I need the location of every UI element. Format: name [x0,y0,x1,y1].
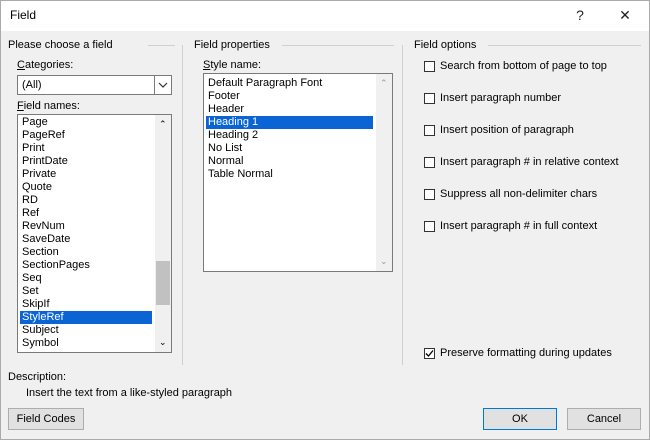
field-names-list[interactable]: Symbol Subject StyleRef SkipIf Set Seq Section… [17,114,172,353]
option-label[interactable]: Insert paragraph number [440,92,561,104]
style-names-list[interactable]: Table Normal Normal No List Heading 2 Headin… [203,73,393,272]
field-names-label: Field names: [17,100,80,112]
field-name-item[interactable]: PageRef [20,129,152,142]
choose-field-heading: Please choose a field [8,39,113,51]
title-bar [0,0,650,31]
cancel-button[interactable]: Cancel [567,408,641,430]
column-divider [402,45,403,365]
help-button[interactable]: ? [570,7,590,23]
field-name-item[interactable]: RD [20,194,152,207]
option-label[interactable]: Insert paragraph # in relative context [440,156,619,168]
ok-button[interactable]: OK [483,408,557,430]
scrollbar[interactable]: ⌃ ⌄ [376,74,392,271]
option-label[interactable]: Insert paragraph # in full context [440,220,597,232]
scrollbar[interactable]: ⌃ ⌄ [155,115,171,352]
categories-label: Categories: [17,59,74,71]
field-codes-button[interactable]: Field Codes [8,408,84,430]
option-checkbox[interactable] [424,221,435,232]
style-name-item[interactable]: Table Normal [206,168,373,181]
option-checkbox[interactable] [424,125,435,136]
field-name-item[interactable]: Set [20,285,152,298]
field-name-item[interactable]: Print [20,142,152,155]
description-text: Insert the text from a like-styled parag… [26,387,233,399]
option-label[interactable]: Suppress all non-delimiter chars [440,188,597,200]
separator [148,45,175,46]
style-name-item[interactable]: No List [206,142,373,155]
field-name-item[interactable]: PrintDate [20,155,152,168]
field-name-item[interactable]: Seq [20,272,152,285]
field-name-item[interactable]: Quote [20,181,152,194]
field-properties-heading: Field properties [194,39,270,51]
style-name-label: Style name: [203,59,262,71]
window-title: Field [10,8,37,22]
close-button[interactable]: ✕ [615,7,635,24]
style-name-item[interactable]: Default Paragraph Font [206,77,373,90]
field-options-heading: Field options [414,39,477,51]
scroll-up-icon[interactable]: ⌃ [380,78,388,89]
preserve-formatting-checkbox[interactable] [424,348,435,359]
description-label: Description: [8,371,67,383]
option-checkbox[interactable] [424,61,435,72]
field-name-item[interactable]: Symbol [20,337,152,350]
column-divider [182,45,183,365]
style-name-item[interactable]: Normal [206,155,373,168]
option-checkbox[interactable] [424,93,435,104]
scroll-down-icon[interactable]: ⌄ [380,256,388,267]
style-name-item[interactable]: Header [206,103,373,116]
categories-select[interactable]: (All) [17,75,172,95]
scrollbar-thumb[interactable] [156,261,170,305]
separator [488,45,641,46]
field-name-item[interactable]: Private [20,168,152,181]
field-name-item[interactable]: Ref [20,207,152,220]
chevron-down-icon[interactable] [154,76,171,94]
close-icon: ✕ [619,7,631,23]
field-name-item[interactable]: Section [20,246,152,259]
style-name-item[interactable]: Heading 1 [206,116,373,129]
field-name-item[interactable]: Page [20,116,152,129]
field-name-item[interactable]: Subject [20,324,152,337]
preserve-formatting-label[interactable]: Preserve formatting during updates [440,347,612,359]
style-name-item[interactable]: Footer [206,90,373,103]
field-name-item[interactable]: SectionPages [20,259,152,272]
style-name-item[interactable]: Heading 2 [206,129,373,142]
option-checkbox[interactable] [424,157,435,168]
option-label[interactable]: Search from bottom of page to top [440,60,607,72]
option-checkbox[interactable] [424,189,435,200]
categories-value: (All) [22,79,42,91]
checkmark-icon [425,350,434,357]
field-name-item[interactable]: RevNum [20,220,152,233]
scroll-down-icon[interactable]: ⌄ [159,337,167,348]
field-name-item[interactable]: SkipIf [20,298,152,311]
field-name-item[interactable]: StyleRef [20,311,152,324]
scroll-up-icon[interactable]: ⌃ [159,119,167,130]
separator [282,45,394,46]
option-label[interactable]: Insert position of paragraph [440,124,574,136]
field-name-item[interactable]: SaveDate [20,233,152,246]
